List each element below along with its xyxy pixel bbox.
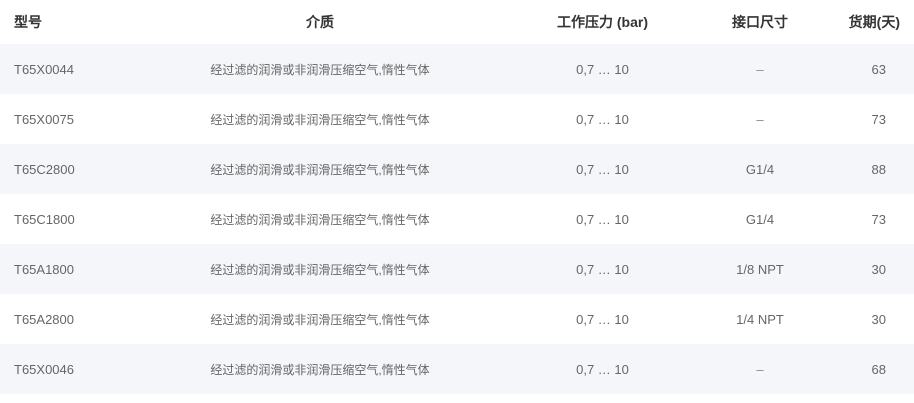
cell-port: G1/4: [745, 211, 775, 227]
cell-medium: 经过滤的润滑或非润滑压缩空气,惰性气体: [210, 312, 430, 327]
cell-medium: 经过滤的润滑或非润滑压缩空气,惰性气体: [210, 362, 430, 377]
table-row[interactable]: T65X0046 经过滤的润滑或非润滑压缩空气,惰性气体 0,7 … 10 – …: [0, 344, 914, 394]
cell-pressure: 0,7 … 10: [576, 311, 629, 327]
cell-model[interactable]: T65X0046: [0, 362, 140, 377]
cell-medium: 经过滤的润滑或非润滑压缩空气,惰性气体: [210, 262, 430, 277]
cell-model[interactable]: T65C2800: [0, 162, 140, 177]
table-row[interactable]: T65A2800 经过滤的润滑或非润滑压缩空气,惰性气体 0,7 … 10 1/…: [0, 294, 914, 344]
cell-medium: 经过滤的润滑或非润滑压缩空气,惰性气体: [210, 162, 430, 177]
cell-lead-time: 73: [871, 211, 886, 227]
cell-port: 1/8 NPT: [736, 261, 784, 277]
cell-model[interactable]: T65X0044: [0, 62, 140, 77]
header-model[interactable]: 型号: [0, 12, 140, 32]
header-pressure[interactable]: 工作压力 (bar): [500, 12, 705, 32]
table-row[interactable]: T65C1800 经过滤的润滑或非润滑压缩空气,惰性气体 0,7 … 10 G1…: [0, 194, 914, 244]
cell-port: –: [756, 61, 764, 77]
cell-medium: 经过滤的润滑或非润滑压缩空气,惰性气体: [210, 212, 430, 227]
cell-medium: 经过滤的润滑或非润滑压缩空气,惰性气体: [210, 112, 430, 127]
cell-model[interactable]: T65C1800: [0, 212, 140, 227]
cell-pressure: 0,7 … 10: [576, 111, 629, 127]
cell-lead-time: 68: [871, 361, 886, 377]
header-medium[interactable]: 介质: [140, 12, 500, 32]
cell-model[interactable]: T65A1800: [0, 262, 140, 277]
cell-model[interactable]: T65X0075: [0, 112, 140, 127]
table-row[interactable]: T65X0075 经过滤的润滑或非润滑压缩空气,惰性气体 0,7 … 10 – …: [0, 94, 914, 144]
cell-lead-time: 30: [871, 311, 886, 327]
product-table: 型号 介质 工作压力 (bar) 接口尺寸 货期(天) T65X0044 经过滤…: [0, 0, 914, 394]
cell-pressure: 0,7 … 10: [576, 161, 629, 177]
cell-lead-time: 63: [871, 61, 886, 77]
cell-port: G1/4: [745, 161, 775, 177]
cell-port: 1/4 NPT: [736, 311, 784, 327]
cell-pressure: 0,7 … 10: [576, 211, 629, 227]
cell-pressure: 0,7 … 10: [576, 261, 629, 277]
table-row[interactable]: T65A1800 经过滤的润滑或非润滑压缩空气,惰性气体 0,7 … 10 1/…: [0, 244, 914, 294]
table-row[interactable]: T65C2800 经过滤的润滑或非润滑压缩空气,惰性气体 0,7 … 10 G1…: [0, 144, 914, 194]
cell-lead-time: 73: [871, 111, 886, 127]
header-lead-time[interactable]: 货期(天): [815, 12, 914, 32]
table-header-row: 型号 介质 工作压力 (bar) 接口尺寸 货期(天): [0, 0, 914, 44]
cell-port: –: [756, 361, 764, 377]
cell-lead-time: 88: [871, 161, 886, 177]
cell-lead-time: 30: [871, 261, 886, 277]
cell-medium: 经过滤的润滑或非润滑压缩空气,惰性气体: [210, 62, 430, 77]
cell-model[interactable]: T65A2800: [0, 312, 140, 327]
cell-port: –: [756, 111, 764, 127]
cell-pressure: 0,7 … 10: [576, 361, 629, 377]
cell-pressure: 0,7 … 10: [576, 61, 629, 77]
header-port[interactable]: 接口尺寸: [705, 12, 815, 32]
table-row[interactable]: T65X0044 经过滤的润滑或非润滑压缩空气,惰性气体 0,7 … 10 – …: [0, 44, 914, 94]
